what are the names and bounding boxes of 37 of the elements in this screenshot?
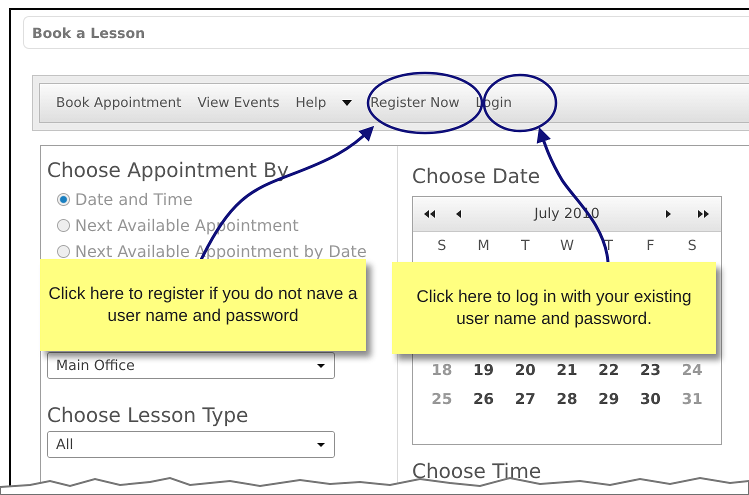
calendar-day[interactable]: 21 — [546, 356, 588, 385]
caret-icon[interactable] — [316, 440, 326, 448]
weekday-label: S — [686, 237, 698, 256]
location-select[interactable]: Main Office — [47, 352, 335, 379]
radio-label: Date and Time — [75, 190, 193, 208]
menu-link[interactable]: View Events — [191, 95, 286, 111]
weekday-label: S — [436, 237, 448, 256]
menu-link[interactable]: Book Appointment — [50, 95, 188, 111]
calendar-day[interactable]: 29 — [588, 385, 630, 414]
weekday-label: M — [476, 237, 491, 256]
double-right-arrow-icon[interactable] — [697, 209, 711, 219]
section-heading: Choose Time — [412, 459, 542, 483]
menu-link[interactable]: Help — [289, 95, 332, 111]
weekday-label: W — [559, 237, 575, 256]
lesson-type-select[interactable]: All — [47, 431, 335, 458]
page-title: Book a Lesson — [32, 26, 146, 42]
callout-note: Click here to register if you do not nave a user name and password — [40, 259, 366, 351]
radio-button[interactable] — [57, 192, 70, 206]
double-left-arrow-icon[interactable] — [423, 209, 437, 219]
calendar-day[interactable]: 22 — [588, 356, 630, 385]
weekday-label: F — [645, 237, 656, 256]
menu-link[interactable]: Register Now — [364, 95, 466, 111]
calendar-day[interactable]: 27 — [504, 385, 546, 414]
radio-button[interactable] — [57, 218, 70, 232]
calendar-day[interactable]: 19 — [462, 356, 504, 385]
radio-button[interactable] — [57, 244, 70, 258]
caret-icon[interactable] — [342, 99, 352, 107]
calendar-day[interactable]: 26 — [462, 385, 504, 414]
section-heading: Choose Date — [412, 164, 541, 188]
calendar-day[interactable]: 23 — [630, 356, 672, 385]
section-heading: Choose Lesson Type — [47, 403, 250, 427]
calendar-day[interactable]: 20 — [504, 356, 546, 385]
caret-icon[interactable] — [316, 362, 326, 370]
weekday-label: T — [520, 237, 531, 256]
callout-note: Click here to log in with your existing user name and password. — [392, 262, 716, 354]
calendar-day[interactable]: 28 — [546, 385, 588, 414]
calendar-day[interactable]: 30 — [630, 385, 672, 414]
